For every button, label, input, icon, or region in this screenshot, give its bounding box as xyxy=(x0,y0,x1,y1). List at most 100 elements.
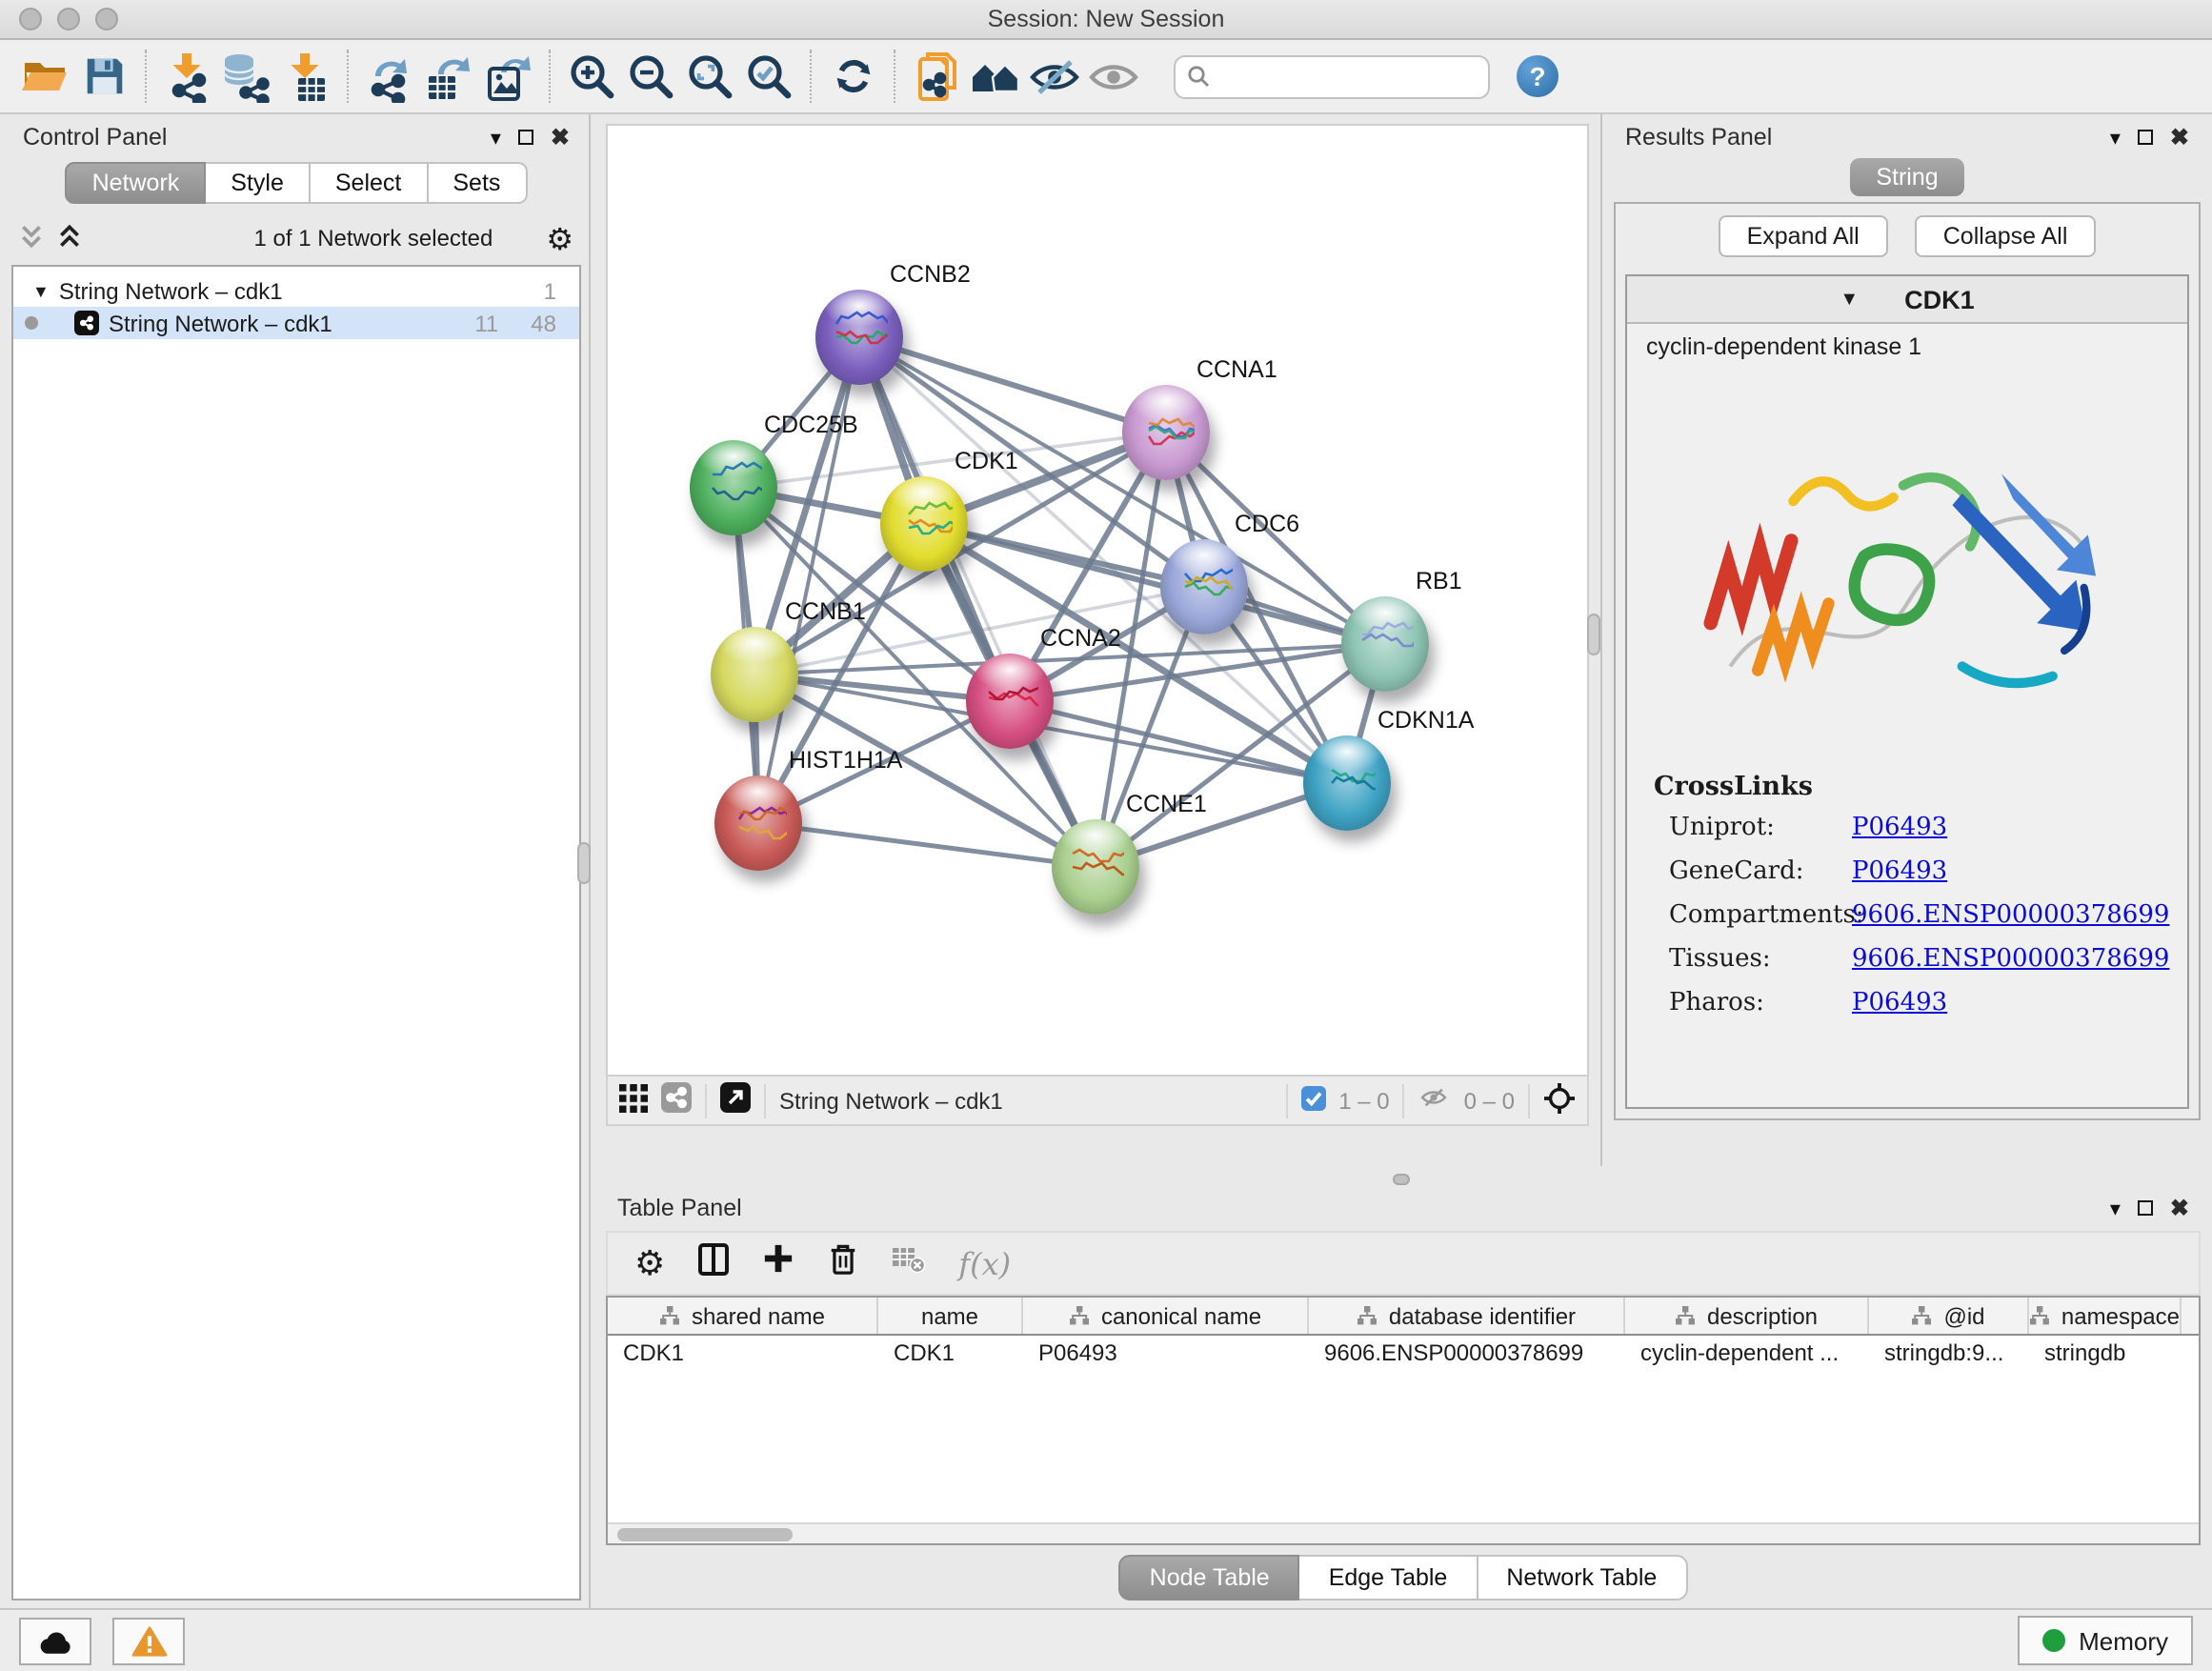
network-node-CCNA1[interactable] xyxy=(1122,385,1210,480)
float-panel-button[interactable] xyxy=(2138,130,2153,145)
tab-node-table[interactable]: Node Table xyxy=(1119,1555,1300,1601)
group-nodes-button[interactable] xyxy=(966,47,1025,106)
horizontal-splitter[interactable] xyxy=(591,1166,2212,1189)
zoom-selected-button[interactable] xyxy=(739,47,798,106)
network-badge-button[interactable] xyxy=(661,1082,692,1118)
new-network-from-selection-button[interactable] xyxy=(907,47,966,106)
columns-icon xyxy=(697,1241,730,1276)
tab-style[interactable]: Style xyxy=(206,162,311,204)
import-network-file-button[interactable] xyxy=(158,47,217,106)
panel-menu-caret-icon[interactable]: ▾ xyxy=(2110,125,2121,150)
network-node-HIST1H1A[interactable] xyxy=(714,775,802,871)
crosslink-tissues-link[interactable]: 9606.ENSP00000378699 xyxy=(1852,945,2169,974)
eye-icon xyxy=(1088,50,1139,102)
help-button[interactable]: ? xyxy=(1517,55,1558,97)
network-node-CCNA2[interactable] xyxy=(966,654,1054,749)
crosslink-genecard-link[interactable]: P06493 xyxy=(1852,857,1947,886)
network-node-CDK1[interactable] xyxy=(880,476,968,572)
search-input[interactable] xyxy=(1217,63,1477,90)
open-session-button[interactable] xyxy=(15,47,74,106)
scrollbar-thumb[interactable] xyxy=(617,1528,793,1541)
memory-button[interactable]: Memory xyxy=(2018,1616,2193,1665)
disclosure-triangle-icon[interactable]: ▼ xyxy=(32,281,50,300)
node-label: CCNE1 xyxy=(1126,791,1207,817)
column-header-description[interactable]: description xyxy=(1625,1298,1869,1334)
close-panel-button[interactable]: ✖ xyxy=(2170,124,2189,151)
table-cell[interactable]: P06493 xyxy=(1023,1336,1309,1370)
float-panel-button[interactable] xyxy=(518,130,533,145)
show-columns-button[interactable] xyxy=(697,1241,730,1285)
network-canvas[interactable]: CCNB2CCNA1CDC25BCDK1CDC6RB1CCNB1CCNA2CDK… xyxy=(606,124,1589,1077)
network-node-CCNB2[interactable] xyxy=(815,290,903,385)
table-cell[interactable]: cyclin-dependent ... xyxy=(1625,1336,1869,1370)
delete-columns-button[interactable] xyxy=(827,1240,859,1286)
table-cell[interactable]: stringdb:9... xyxy=(1869,1336,2029,1370)
delete-table-button[interactable] xyxy=(892,1244,926,1282)
search-field[interactable] xyxy=(1174,54,1490,98)
tab-edge-table[interactable]: Edge Table xyxy=(1300,1555,1478,1601)
column-header-canonical-name[interactable]: canonical name xyxy=(1023,1298,1309,1334)
column-header-shared-name[interactable]: shared name xyxy=(608,1298,878,1334)
export-table-button[interactable] xyxy=(419,47,478,106)
table-cell[interactable]: CDK1 xyxy=(608,1336,878,1370)
apply-layout-button[interactable] xyxy=(823,47,882,106)
zoom-fit-button[interactable] xyxy=(680,47,739,106)
save-session-button[interactable] xyxy=(74,47,133,106)
warning-status-button[interactable] xyxy=(112,1617,185,1664)
network-node-CDC6[interactable] xyxy=(1160,539,1248,634)
panel-menu-caret-icon[interactable]: ▾ xyxy=(2110,1196,2121,1220)
close-panel-button[interactable]: ✖ xyxy=(551,124,570,151)
network-node-CCNE1[interactable] xyxy=(1052,819,1139,915)
zoom-out-button[interactable] xyxy=(621,47,680,106)
expand-all-button[interactable]: Expand All xyxy=(1719,215,1888,257)
import-network-database-button[interactable] xyxy=(217,47,276,106)
selected-checkbox-icon[interactable] xyxy=(1300,1085,1325,1116)
expand-tree-button[interactable] xyxy=(19,222,44,254)
column-header-namespace[interactable]: namespace xyxy=(2029,1298,2182,1334)
export-network-button[interactable] xyxy=(360,47,419,106)
function-builder-button[interactable]: f(x) xyxy=(958,1245,1011,1281)
entry-collapse-triangle-icon[interactable]: ▼ xyxy=(1840,289,1859,310)
export-image-button[interactable] xyxy=(478,47,537,106)
table-mode-gear-button[interactable]: ⚙ xyxy=(634,1243,665,1283)
create-column-button[interactable] xyxy=(762,1242,794,1284)
network-node-RB1[interactable] xyxy=(1341,596,1429,692)
table-cell[interactable]: stringdb xyxy=(2029,1336,2182,1370)
column-header-database-identifier[interactable]: database identifier xyxy=(1309,1298,1625,1334)
table-cell[interactable]: 9606.ENSP00000378699 xyxy=(1309,1336,1625,1370)
right-splitter-handle[interactable] xyxy=(1587,614,1600,655)
tab-network-table[interactable]: Network Table xyxy=(1478,1555,1687,1601)
tab-network[interactable]: Network xyxy=(66,162,207,204)
network-node-CDKN1A[interactable] xyxy=(1303,735,1391,831)
table-cell[interactable]: CDK1 xyxy=(878,1336,1023,1370)
zoom-in-button[interactable] xyxy=(562,47,621,106)
panel-menu-caret-icon[interactable]: ▾ xyxy=(491,125,501,150)
network-node-CCNB1[interactable] xyxy=(711,627,798,722)
show-all-button[interactable] xyxy=(1084,47,1143,106)
crosslink-uniprot-link[interactable]: P06493 xyxy=(1852,814,1947,842)
left-splitter-handle[interactable] xyxy=(577,842,591,884)
hide-selected-button[interactable] xyxy=(1025,47,1084,106)
tree-root-row[interactable]: ▼ String Network – cdk1 1 xyxy=(13,274,579,307)
grid-mode-button[interactable] xyxy=(619,1083,648,1117)
collapse-all-button[interactable]: Collapse All xyxy=(1915,215,2097,257)
splitter-handle[interactable] xyxy=(1392,1174,1409,1185)
cloud-status-button[interactable] xyxy=(19,1617,91,1664)
collapse-tree-button[interactable] xyxy=(57,222,82,254)
import-table-button[interactable] xyxy=(276,47,335,106)
network-node-CDC25B[interactable] xyxy=(690,440,777,535)
column-header-name[interactable]: name xyxy=(878,1298,1023,1334)
tab-string[interactable]: String xyxy=(1849,158,1964,196)
close-panel-button[interactable]: ✖ xyxy=(2170,1195,2189,1221)
tree-network-row[interactable]: String Network – cdk1 11 48 xyxy=(13,307,579,339)
fit-content-button[interactable] xyxy=(1543,1081,1576,1119)
tab-select[interactable]: Select xyxy=(311,162,429,204)
float-panel-button[interactable] xyxy=(2138,1200,2153,1216)
crosslink-compartments-link[interactable]: 9606.ENSP00000378699 xyxy=(1852,901,2169,930)
crosslink-pharos-link[interactable]: P06493 xyxy=(1852,989,1947,1017)
detach-view-button[interactable] xyxy=(720,1082,751,1118)
tab-sets[interactable]: Sets xyxy=(428,162,527,204)
horizontal-scrollbar[interactable] xyxy=(608,1522,2199,1543)
column-header--id[interactable]: @id xyxy=(1869,1298,2029,1334)
network-options-gear-button[interactable]: ⚙ xyxy=(546,220,573,256)
